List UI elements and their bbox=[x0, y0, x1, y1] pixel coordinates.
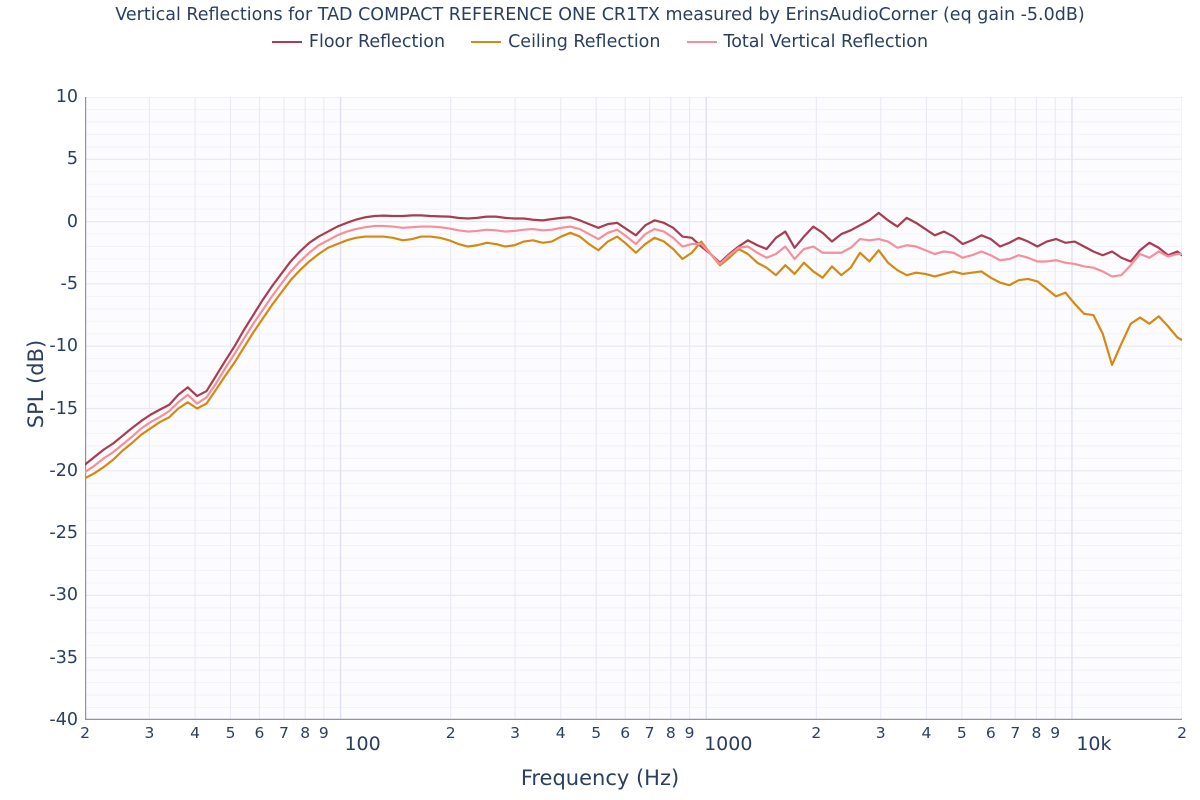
chart-figure: Vertical Reflections for TAD COMPACT REF… bbox=[0, 0, 1200, 800]
x-axis-tick-minor: 7 bbox=[279, 724, 289, 742]
x-axis-tick-minor: 9 bbox=[1050, 724, 1061, 742]
x-axis-tick-minor: 2 bbox=[80, 724, 90, 742]
x-axis-tick-labels: 2 3 4 5 6 7 8 9 2 3 4 5 6 7 8 9 2 3 4 5 6 7 8 9 2 100 1000 10k bbox=[0, 0, 1200, 800]
x-axis-tick-minor: 4 bbox=[190, 724, 200, 742]
x-axis-tick-minor: 3 bbox=[510, 724, 520, 742]
x-axis-tick-minor: 6 bbox=[254, 724, 265, 742]
x-axis-tick-minor: 2 bbox=[1177, 724, 1187, 742]
x-axis-tick-minor: 6 bbox=[620, 724, 631, 742]
x-axis-tick-minor: 5 bbox=[591, 724, 602, 742]
x-axis-tick-minor: 3 bbox=[144, 724, 155, 742]
x-axis-tick-minor: 2 bbox=[811, 724, 822, 742]
x-axis-tick-minor: 7 bbox=[1010, 724, 1021, 742]
x-axis-tick-minor: 8 bbox=[665, 724, 676, 742]
x-axis-tick-minor: 9 bbox=[318, 724, 329, 742]
x-axis-tick-minor: 5 bbox=[225, 724, 236, 742]
x-axis-tick-minor: 2 bbox=[445, 724, 456, 742]
y-axis-label: SPL (dB) bbox=[24, 339, 48, 429]
x-axis-tick-minor: 9 bbox=[684, 724, 695, 742]
x-axis-tick-minor: 8 bbox=[1031, 724, 1042, 742]
x-axis-tick-major: 1000 bbox=[704, 733, 753, 755]
x-axis-tick-minor: 8 bbox=[300, 724, 311, 742]
x-axis-tick-minor: 6 bbox=[985, 724, 996, 742]
x-axis-tick-minor: 4 bbox=[555, 724, 566, 742]
x-axis-tick-major: 100 bbox=[344, 733, 381, 755]
x-axis-tick-minor: 3 bbox=[875, 724, 886, 742]
x-axis-tick-minor: 5 bbox=[956, 724, 967, 742]
x-axis-label: Frequency (Hz) bbox=[520, 766, 680, 790]
x-axis-tick-minor: 7 bbox=[644, 724, 655, 742]
x-axis-tick-minor: 4 bbox=[921, 724, 932, 742]
x-axis-tick-major: 10k bbox=[1076, 733, 1112, 755]
